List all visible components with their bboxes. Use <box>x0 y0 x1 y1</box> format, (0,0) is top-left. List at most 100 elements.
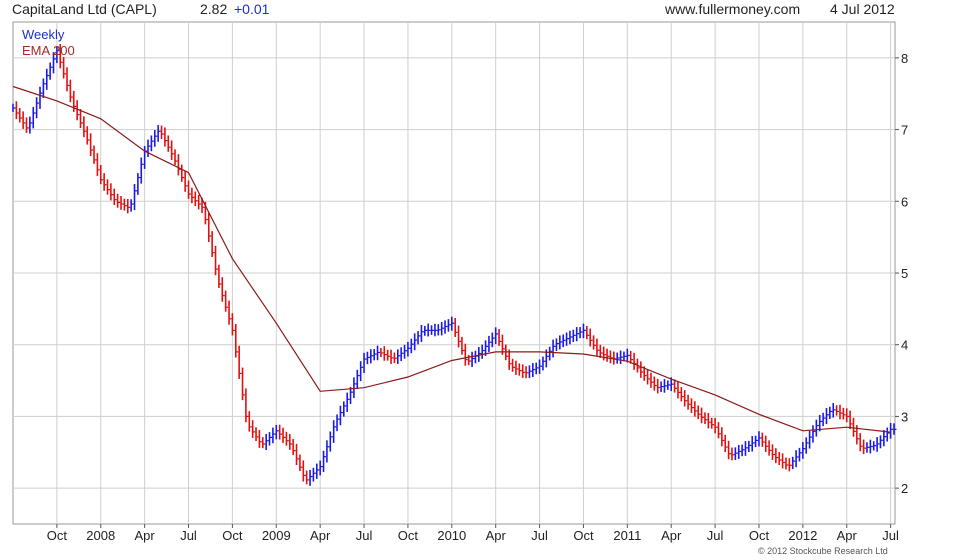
weekly-bar <box>613 351 617 365</box>
weekly-bar <box>386 349 391 361</box>
weekly-bar <box>862 439 867 455</box>
weekly-bar <box>150 135 154 152</box>
x-tick-label: Apr <box>837 528 858 543</box>
x-tick-label: Jul <box>356 528 373 543</box>
weekly-bar <box>697 405 701 420</box>
weekly-bar <box>434 323 438 337</box>
weekly-bar <box>748 440 752 452</box>
weekly-bar <box>180 164 185 182</box>
x-tick-label: 2010 <box>437 528 466 543</box>
weekly-bar <box>542 356 546 371</box>
weekly-bar <box>805 437 809 454</box>
weekly-bar <box>488 335 492 353</box>
legend-weekly: Weekly <box>22 27 65 42</box>
weekly-bar <box>177 154 181 176</box>
copyright-notice: © 2012 Stockcube Research Ltd <box>758 546 888 556</box>
weekly-bar <box>369 349 374 364</box>
weekly-bar <box>633 352 637 370</box>
weekly-bar <box>575 327 580 342</box>
x-tick-label: Apr <box>486 528 507 543</box>
y-axis-ticks: 2 3 4 5 6 7 8 <box>895 51 908 496</box>
weekly-bar <box>623 351 627 362</box>
weekly-bar <box>616 352 620 364</box>
weekly-bar <box>656 378 661 394</box>
weekly-bar <box>86 126 90 145</box>
weekly-bar <box>788 458 792 472</box>
y-tick-label: 3 <box>901 409 908 424</box>
weekly-bar <box>45 68 50 90</box>
weekly-bar <box>157 125 161 142</box>
weekly-bar <box>444 320 448 334</box>
weekly-bar <box>251 420 256 438</box>
weekly-bar <box>241 367 246 401</box>
weekly-bar <box>66 67 70 92</box>
weekly-bar <box>683 390 688 407</box>
weekly-bar <box>221 277 225 302</box>
y-tick-label: 8 <box>901 51 908 66</box>
weekly-bar <box>451 316 455 331</box>
weekly-bar <box>646 369 651 385</box>
weekly-bar <box>319 460 323 476</box>
weekly-bar <box>791 456 796 470</box>
weekly-bar <box>724 434 728 453</box>
weekly-bar <box>336 414 340 432</box>
weekly-bar <box>332 420 337 443</box>
weekly-bar <box>596 338 600 357</box>
weekly-bar <box>427 323 431 337</box>
weekly-bar <box>525 366 529 379</box>
weekly-bar <box>89 133 94 157</box>
weekly-bar <box>272 427 276 444</box>
weekly-bar <box>599 344 603 358</box>
weekly-bar <box>12 103 16 112</box>
x-tick-label: Jul <box>180 528 197 543</box>
weekly-bar <box>96 153 100 176</box>
weekly-bar <box>299 454 303 472</box>
weekly-bar <box>839 404 843 420</box>
weekly-bar <box>758 431 762 447</box>
weekly-bar <box>829 406 833 419</box>
weekly-bar <box>353 377 357 399</box>
weekly-bar <box>187 180 192 199</box>
weekly-bar <box>889 422 894 439</box>
weekly-bar <box>295 443 300 466</box>
weekly-bar <box>663 379 667 393</box>
x-tick-label: 2012 <box>788 528 817 543</box>
weekly-bar <box>326 440 330 463</box>
x-tick-label: Jul <box>882 528 899 543</box>
weekly-bar <box>535 362 539 375</box>
weekly-bar <box>245 388 249 423</box>
weekly-bar <box>778 451 782 465</box>
x-tick-label: 2009 <box>262 528 291 543</box>
weekly-bar <box>795 450 799 468</box>
weekly-bar <box>886 427 890 442</box>
weekly-bar <box>508 349 512 370</box>
weekly-bar <box>562 334 566 348</box>
weekly-bar <box>727 440 732 460</box>
weekly-bar <box>413 333 418 351</box>
weekly-bar <box>238 345 242 379</box>
weekly-bar <box>420 324 424 343</box>
weekly-bar <box>798 447 802 462</box>
weekly-bar <box>69 79 73 103</box>
weekly-bar <box>457 325 462 348</box>
weekly-bar <box>110 183 114 201</box>
weekly-bar <box>515 360 519 375</box>
weekly-bar <box>650 372 654 388</box>
weekly-bar <box>579 327 583 339</box>
weekly-bar <box>309 469 313 486</box>
weekly-bar <box>761 432 765 447</box>
x-tick-label: Oct <box>222 528 243 543</box>
weekly-bar <box>680 387 684 402</box>
weekly-bar <box>710 417 715 429</box>
weekly-bar <box>133 183 138 211</box>
y-tick-label: 5 <box>901 266 908 281</box>
weekly-bar <box>184 170 188 192</box>
weekly-bar <box>572 329 576 343</box>
weekly-bar <box>822 412 826 427</box>
x-axis-ticks: Oct 2008 Apr Jul Oct 2009 Apr Jul Oct 2010 Apr Jul O… <box>47 524 899 543</box>
x-tick-label: Oct <box>573 528 594 543</box>
x-tick-label: Oct <box>47 528 68 543</box>
weekly-bar <box>407 341 411 357</box>
weekly-bar <box>602 346 607 361</box>
y-tick-label: 2 <box>901 481 908 496</box>
